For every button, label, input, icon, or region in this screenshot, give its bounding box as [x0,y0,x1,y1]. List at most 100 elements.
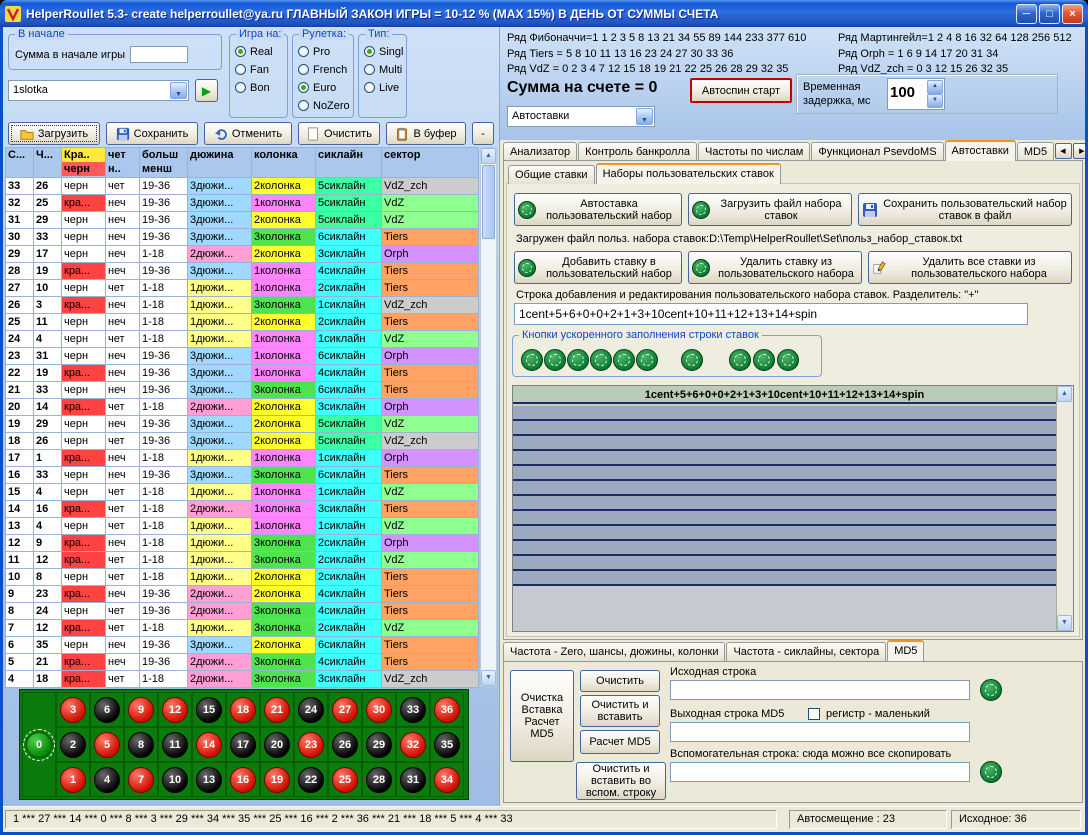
history-row[interactable]: 129кра...неч1-181дюжи...3колонка2сиклайн… [6,535,479,552]
dropdown-arrow-icon[interactable] [636,108,653,125]
column-header[interactable]: четн.. [106,148,140,178]
roulette-number-12[interactable]: 12 [162,697,188,723]
history-row[interactable]: 2219кра...неч19-363дюжи...1колонка4сикла… [6,365,479,382]
quick-chip-button[interactable] [544,349,566,371]
play-button[interactable] [195,79,218,102]
roulette-number-10[interactable]: 10 [162,767,188,793]
roulette-number-33[interactable]: 33 [400,697,426,723]
autobets-select[interactable]: Автоставки [507,106,655,127]
bet-list-row[interactable] [513,526,1056,541]
history-row[interactable]: 712кра...чет1-181дюжи...3колонка2сиклайн… [6,620,479,637]
undo-button[interactable]: Отменить [204,122,292,145]
history-row[interactable]: 3225кра...неч19-363дюжи...1колонка5сикла… [6,195,479,212]
roulette-number-1[interactable]: 1 [60,767,86,793]
md5-clear-paste-calc-button[interactable]: Очистка Вставка Расчет MD5 [510,670,574,762]
bet-list-row[interactable] [513,406,1056,421]
autospin-start-button[interactable]: Автоспин старт [690,78,792,103]
tab-analyzer[interactable]: Анализатор [503,142,577,161]
column-header[interactable]: сектор [382,148,479,178]
scroll-up-button[interactable] [481,148,496,164]
collapse-button[interactable]: - [472,122,494,145]
radio-icon[interactable] [364,82,375,93]
roulette-number-17[interactable]: 17 [230,732,256,758]
bet-list-row[interactable] [513,541,1056,556]
radio-icon[interactable] [235,82,246,93]
bet-list-row[interactable] [513,466,1056,481]
bet-list-row[interactable] [513,481,1056,496]
scroll-down-button[interactable] [481,670,496,686]
bottom-tab-freq-zero[interactable]: Частота - Zero, шансы, дюжины, колонки [503,642,725,661]
radio-option-nozero[interactable]: NoZero [298,98,350,113]
roulette-number-36[interactable]: 36 [434,697,460,723]
radio-icon[interactable] [298,64,309,75]
roulette-number-4[interactable]: 4 [94,767,120,793]
close-button[interactable]: × [1062,4,1083,24]
bottom-tab-freq-sixlines[interactable]: Частота - сиклайны, сектора [726,642,886,661]
history-row[interactable]: 2710чернчет1-181дюжи...1колонка2сиклайнT… [6,280,479,297]
radio-icon[interactable] [298,46,309,57]
column-header[interactable]: большменш [140,148,188,178]
add-bet-button[interactable]: Добавить ставку в пользовательский набор [514,251,682,284]
tab-scroll-left-button[interactable] [1055,143,1072,159]
radio-option-singl[interactable]: Singl [364,44,403,59]
clear-button[interactable]: Очистить [298,122,380,145]
history-row[interactable]: 1112кра...чет1-181дюжи...3колонка2сиклай… [6,552,479,569]
history-row[interactable]: 2331черннеч19-363дюжи...1колонка6сиклайн… [6,348,479,365]
history-row[interactable]: 3129черннеч19-363дюжи...2колонка5сиклайн… [6,212,479,229]
roulette-number-32[interactable]: 32 [400,732,426,758]
bets-list-scrollbar[interactable] [1056,386,1073,631]
radio-option-multi[interactable]: Multi [364,62,403,77]
spinner-down-button[interactable] [927,94,943,108]
history-row[interactable]: 1633черннеч19-363дюжи...3колонка6сиклайн… [6,467,479,484]
subtab-user-bet-sets[interactable]: Наборы пользовательских ставок [596,163,781,184]
history-row[interactable]: 2511черннеч1-181дюжи...2колонка2сиклайнT… [6,314,479,331]
roulette-number-15[interactable]: 15 [196,697,222,723]
roulette-number-35[interactable]: 35 [434,732,460,758]
history-row[interactable]: 171кра...неч1-181дюжи...1колонка1сиклайн… [6,450,479,467]
tab-scroll-right-button[interactable] [1073,143,1085,159]
history-row[interactable]: 2819кра...неч19-363дюжи...1колонка4сикла… [6,263,479,280]
quick-chip-button[interactable] [777,349,799,371]
scroll-down-button[interactable] [1057,615,1072,631]
roulette-number-7[interactable]: 7 [128,767,154,793]
scroll-thumb[interactable] [482,165,495,239]
radio-icon[interactable] [364,64,375,75]
minimize-button[interactable]: ─ [1016,4,1037,24]
history-row[interactable]: 3326чернчет19-363дюжи...2колонка5сиклайн… [6,178,479,195]
roulette-number-8[interactable]: 8 [128,732,154,758]
radio-icon[interactable] [235,64,246,75]
roulette-number-34[interactable]: 34 [434,767,460,793]
radio-icon[interactable] [298,100,309,111]
load-bet-set-file-button[interactable]: Загрузить файл набора ставок [688,193,852,226]
radio-icon[interactable] [235,46,246,57]
roulette-number-13[interactable]: 13 [196,767,222,793]
history-row[interactable]: 824чернчет19-362дюжи...3колонка4сиклайнT… [6,603,479,620]
roulette-number-27[interactable]: 27 [332,697,358,723]
roulette-number-22[interactable]: 22 [298,767,324,793]
roulette-number-16[interactable]: 16 [230,767,256,793]
roulette-number-18[interactable]: 18 [230,697,256,723]
md5-source-chip-button[interactable] [980,679,1002,701]
md5-calculate-button[interactable]: Расчет MD5 [580,730,660,754]
slot-select[interactable]: 1slotka [8,80,189,101]
history-row[interactable]: 2133черннеч19-363дюжи...3колонка6сиклайн… [6,382,479,399]
radio-option-pro[interactable]: Pro [298,44,350,59]
md5-clear-button[interactable]: Очистить [580,670,660,692]
column-header[interactable]: С... [6,148,34,178]
bet-list-row[interactable] [513,451,1056,466]
history-row[interactable]: 635черннеч19-363дюжи...2колонка6сиклайнT… [6,637,479,654]
roulette-number-25[interactable]: 25 [332,767,358,793]
save-button[interactable]: Сохранить [106,122,198,145]
roulette-number-19[interactable]: 19 [264,767,290,793]
tab-number-frequencies[interactable]: Частоты по числам [698,142,810,161]
tab-bankroll-control[interactable]: Контроль банкролла [578,142,697,161]
scroll-up-button[interactable] [1057,386,1072,402]
bet-list-row[interactable] [513,436,1056,451]
history-row[interactable]: 244чернчет1-181дюжи...1колонка1сиклайнVd… [6,331,479,348]
roulette-number-5[interactable]: 5 [94,732,120,758]
roulette-number-20[interactable]: 20 [264,732,290,758]
quick-chip-button[interactable] [636,349,658,371]
roulette-number-28[interactable]: 28 [366,767,392,793]
roulette-number-11[interactable]: 11 [162,732,188,758]
dropdown-arrow-icon[interactable] [170,82,187,99]
